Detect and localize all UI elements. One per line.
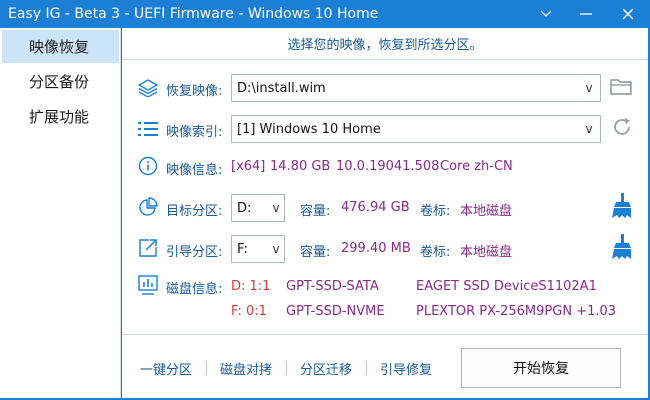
divider	[206, 361, 207, 375]
disk-model: PLEXTOR PX-256M9PGN +1.03	[416, 304, 617, 319]
boot-partition-dropdown[interactable]: F: v	[231, 235, 285, 263]
sidebar: 映像恢复 分区备份 扩展功能	[0, 28, 121, 400]
target-volume-value: 本地磁盘	[460, 204, 513, 219]
disk-info-label: 磁盘信息:	[166, 282, 223, 297]
disk-type: GPT-SSD-NVME	[286, 304, 385, 319]
start-restore-button[interactable]: 开始恢复	[461, 348, 621, 388]
target-capacity-label: 容量:	[300, 204, 331, 219]
image-restore-label: 恢复映像:	[166, 84, 223, 99]
sidebar-item-label: 映像恢复	[29, 38, 90, 56]
pie-chart-icon	[138, 197, 158, 217]
refresh-icon	[611, 116, 633, 142]
start-restore-label: 开始恢复	[513, 361, 569, 377]
boot-capacity-value: 299.40 MB	[341, 241, 411, 256]
disk-id: D: 1:1	[231, 279, 271, 294]
image-path-value: D:\install.wim	[237, 80, 326, 96]
close-button[interactable]	[608, 0, 648, 28]
refresh-button[interactable]	[610, 117, 634, 141]
broom-icon	[608, 234, 632, 264]
boot-volume-label: 卷标:	[420, 245, 451, 260]
minimize-icon	[580, 13, 592, 15]
divider	[286, 361, 287, 375]
image-path-combobox[interactable]: D:\install.wim v	[231, 74, 601, 102]
image-edition: Core zh-CN	[440, 159, 513, 174]
dropdown-arrow: v	[585, 81, 593, 95]
banner-text: 选择您的映像，恢复到所选分区。	[287, 38, 483, 53]
image-index-value: [1] Windows 10 Home	[237, 121, 381, 137]
sidebar-item-extensions[interactable]: 扩展功能	[2, 100, 119, 133]
image-arch: [x64]	[231, 159, 266, 174]
minimize-button[interactable]	[566, 0, 606, 28]
boot-arrow-icon	[138, 238, 158, 258]
boot-partition-value: F:	[237, 241, 248, 257]
info-icon	[138, 156, 158, 176]
image-info-label: 映像信息:	[166, 163, 223, 178]
dropdown-arrow: v	[585, 122, 593, 136]
browse-button[interactable]	[609, 76, 633, 100]
boot-repair-link[interactable]: 引导修复	[380, 359, 432, 378]
disk-clone-link[interactable]: 磁盘对拷	[220, 359, 272, 378]
sidebar-item-image-restore[interactable]: 映像恢复	[2, 30, 119, 63]
collapse-button[interactable]	[526, 0, 566, 28]
sidebar-item-label: 分区备份	[29, 73, 90, 91]
disk-id: F: 0:1	[231, 304, 267, 319]
target-partition-value: D:	[237, 200, 252, 216]
image-index-label: 映像索引:	[166, 125, 223, 140]
target-volume-label: 卷标:	[420, 204, 451, 219]
disk-type: GPT-SSD-SATA	[286, 279, 379, 294]
disk-model: EAGET SSD DeviceS1102A1	[416, 279, 597, 294]
boot-capacity-label: 容量:	[300, 245, 331, 260]
folder-icon	[610, 77, 632, 99]
layers-icon	[138, 78, 158, 98]
clean-target-button[interactable]	[608, 193, 632, 223]
dropdown-arrow: v	[272, 242, 280, 256]
instruction-banner: 选择您的映像，恢复到所选分区。	[122, 28, 648, 60]
window-title: Easy IG - Beta 3 - UEFI Firmware - Windo…	[8, 6, 379, 22]
list-icon	[138, 119, 158, 139]
boot-partition-label: 引导分区:	[166, 245, 223, 260]
footer-bar: 一键分区 磁盘对拷 分区迁移 引导修复 开始恢复	[122, 334, 648, 398]
image-index-dropdown[interactable]: [1] Windows 10 Home v	[231, 115, 601, 143]
boot-volume-value: 本地磁盘	[460, 245, 513, 260]
target-partition-dropdown[interactable]: D: v	[231, 194, 285, 222]
title-bar: Easy IG - Beta 3 - UEFI Firmware - Windo…	[0, 0, 650, 28]
broom-icon	[608, 193, 632, 223]
partition-migrate-link[interactable]: 分区迁移	[300, 359, 352, 378]
target-capacity-value: 476.94 GB	[341, 200, 410, 215]
sidebar-item-partition-backup[interactable]: 分区备份	[2, 65, 119, 98]
chevron-down-icon	[540, 10, 552, 18]
sidebar-item-label: 扩展功能	[29, 108, 90, 126]
one-click-partition-link[interactable]: 一键分区	[140, 359, 192, 378]
image-size: 14.80 GB	[270, 159, 331, 174]
image-version: 10.0.19041.508	[336, 159, 440, 174]
clean-boot-button[interactable]	[608, 234, 632, 264]
divider	[366, 361, 367, 375]
dropdown-arrow: v	[272, 201, 280, 215]
close-icon	[622, 8, 634, 20]
target-partition-label: 目标分区:	[166, 204, 223, 219]
disk-chart-icon	[138, 275, 158, 295]
main-panel: 选择您的映像，恢复到所选分区。 恢复映像: D:\install.wim v 映…	[122, 28, 648, 398]
